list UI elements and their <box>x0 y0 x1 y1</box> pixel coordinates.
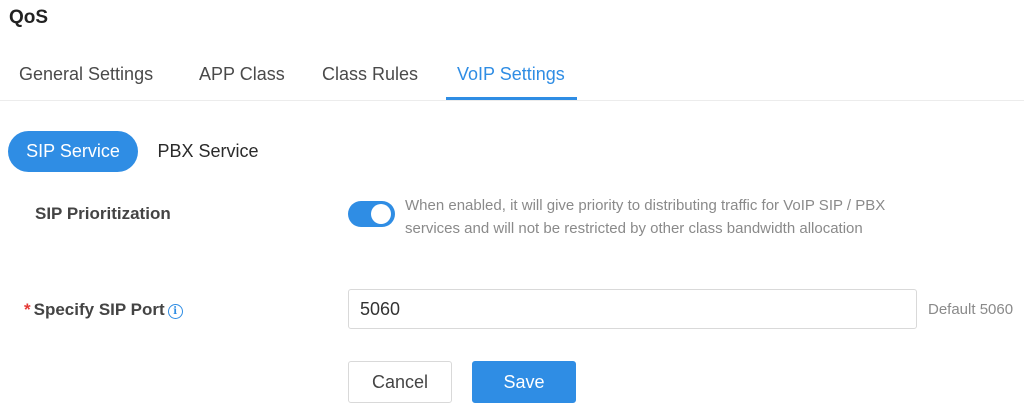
sip-port-input[interactable] <box>348 289 917 329</box>
tab-class-rules[interactable]: Class Rules <box>322 62 418 86</box>
sip-port-label: Specify SIP Port <box>33 300 165 319</box>
page-title: QoS <box>9 7 49 28</box>
toggle-knob <box>371 204 391 224</box>
save-button[interactable]: Save <box>472 361 576 403</box>
tab-voip-settings[interactable]: VoIP Settings <box>457 62 565 86</box>
sip-prioritization-label: SIP Prioritization <box>35 204 171 223</box>
tab-app-class[interactable]: APP Class <box>199 62 285 86</box>
required-marker: * <box>24 300 31 319</box>
tab-general-settings[interactable]: General Settings <box>19 62 153 86</box>
tab-bar: General Settings APP Class Class Rules V… <box>0 48 1024 101</box>
sip-prioritization-toggle[interactable] <box>348 201 395 227</box>
sip-port-default-hint: Default 5060 <box>928 301 1014 318</box>
active-tab-indicator <box>446 97 577 100</box>
info-icon[interactable]: i <box>167 304 183 319</box>
sip-service-button[interactable]: SIP Service <box>8 131 138 172</box>
cancel-button[interactable]: Cancel <box>348 361 452 403</box>
pbx-service-button[interactable]: PBX Service <box>146 131 270 172</box>
sip-prioritization-help: When enabled, it will give priority to d… <box>405 197 886 237</box>
sip-port-label-row: * Specify SIP Port i <box>24 299 183 321</box>
